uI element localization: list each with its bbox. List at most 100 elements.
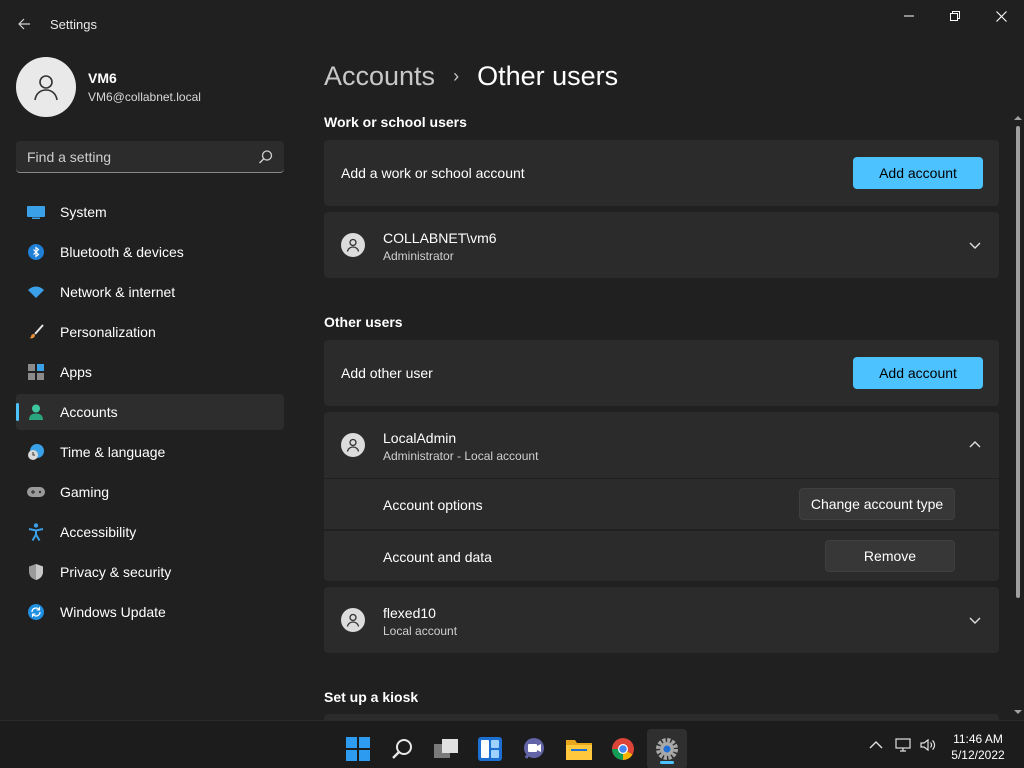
apps-icon bbox=[26, 362, 46, 382]
chevron-down-icon[interactable] bbox=[967, 237, 983, 253]
breadcrumb: Accounts › Other users bbox=[324, 58, 618, 94]
add-work-account-label: Add a work or school account bbox=[341, 165, 525, 181]
person-icon bbox=[346, 238, 360, 252]
chevron-down-icon[interactable] bbox=[967, 612, 983, 628]
file-explorer-button[interactable] bbox=[559, 729, 599, 768]
scroll-down-icon[interactable] bbox=[1014, 708, 1022, 716]
section-title-other-users: Other users bbox=[324, 314, 403, 330]
title-bar: Settings bbox=[0, 0, 1024, 48]
user-card-flexed10[interactable]: flexed10 Local account bbox=[324, 587, 999, 653]
clock-time: 11:46 AM bbox=[953, 732, 1003, 746]
sidebar-item-label: Windows Update bbox=[60, 604, 166, 620]
clock-date: 5/12/2022 bbox=[951, 748, 1005, 762]
search-icon[interactable] bbox=[258, 149, 274, 165]
search-input[interactable] bbox=[16, 148, 246, 165]
restore-button[interactable] bbox=[932, 0, 978, 32]
sidebar-item-label: Personalization bbox=[60, 324, 156, 340]
chrome-icon bbox=[612, 738, 634, 760]
active-app-indicator bbox=[660, 761, 674, 764]
volume-icon[interactable] bbox=[920, 737, 936, 753]
person-icon bbox=[346, 438, 360, 452]
sidebar-item-bluetooth[interactable]: Bluetooth & devices bbox=[16, 234, 284, 270]
search-icon bbox=[392, 739, 412, 759]
add-work-account-button[interactable]: Add account bbox=[853, 157, 983, 189]
user-avatar bbox=[341, 608, 365, 632]
scroll-thumb[interactable] bbox=[1016, 126, 1020, 598]
account-data-label: Account and data bbox=[383, 549, 492, 565]
vertical-scrollbar[interactable] bbox=[1012, 112, 1024, 720]
widgets-button[interactable] bbox=[470, 729, 510, 768]
gamepad-icon bbox=[26, 482, 46, 502]
clock-globe-icon bbox=[26, 442, 46, 462]
chrome-button[interactable] bbox=[603, 729, 643, 768]
sidebar-item-privacy-security[interactable]: Privacy & security bbox=[16, 554, 284, 590]
sidebar-item-accounts[interactable]: Accounts bbox=[16, 394, 284, 430]
minimize-button[interactable] bbox=[886, 0, 932, 32]
sidebar-item-label: Accessibility bbox=[60, 524, 137, 540]
back-button[interactable] bbox=[10, 10, 38, 38]
network-icon[interactable] bbox=[895, 737, 911, 753]
accessibility-icon bbox=[26, 522, 46, 542]
user-name: flexed10 bbox=[383, 605, 436, 621]
taskbar-search-button[interactable] bbox=[383, 729, 423, 768]
start-button[interactable] bbox=[338, 729, 378, 768]
task-view-button[interactable] bbox=[427, 729, 467, 768]
sidebar-item-label: Network & internet bbox=[60, 284, 176, 300]
breadcrumb-separator: › bbox=[453, 65, 460, 86]
profile-email: VM6@collabnet.local bbox=[88, 90, 201, 104]
sidebar-item-gaming[interactable]: Gaming bbox=[16, 474, 284, 510]
account-data-row: Account and data Remove bbox=[324, 531, 999, 581]
sidebar-item-label: Gaming bbox=[60, 484, 110, 500]
sidebar-item-system[interactable]: System bbox=[16, 194, 284, 230]
section-title-work-school: Work or school users bbox=[324, 114, 467, 130]
minimize-icon bbox=[904, 15, 914, 17]
user-name: COLLABNET\vm6 bbox=[383, 230, 497, 246]
user-role: Administrator - Local account bbox=[383, 449, 539, 463]
user-role: Local account bbox=[383, 624, 458, 638]
user-card-collabnet-vm6[interactable]: COLLABNET\vm6 Administrator bbox=[324, 212, 999, 278]
restore-icon bbox=[950, 11, 960, 21]
section-title-kiosk: Set up a kiosk bbox=[324, 689, 419, 705]
change-account-type-button[interactable]: Change account type bbox=[799, 488, 955, 520]
settings-icon bbox=[656, 738, 678, 760]
sidebar-item-network[interactable]: Network & internet bbox=[16, 274, 284, 310]
sidebar-item-apps[interactable]: Apps bbox=[16, 354, 284, 390]
sidebar-item-time-language[interactable]: Time & language bbox=[16, 434, 284, 470]
sidebar-item-label: Time & language bbox=[60, 444, 166, 460]
user-profile[interactable]: VM6 VM6@collabnet.local bbox=[16, 57, 201, 117]
user-avatar bbox=[341, 233, 365, 257]
sidebar-item-label: Apps bbox=[60, 364, 92, 380]
user-role: Administrator bbox=[383, 249, 454, 263]
add-other-user-button[interactable]: Add account bbox=[853, 357, 983, 389]
scroll-up-icon[interactable] bbox=[1014, 114, 1022, 122]
remove-account-button[interactable]: Remove bbox=[825, 540, 955, 572]
add-work-account-card: Add a work or school account Add account bbox=[324, 140, 999, 206]
add-other-user-card: Add other user Add account bbox=[324, 340, 999, 406]
chevron-up-icon[interactable] bbox=[967, 437, 983, 453]
sidebar-item-windows-update[interactable]: Windows Update bbox=[16, 594, 284, 630]
user-avatar bbox=[341, 433, 365, 457]
sidebar-item-accessibility[interactable]: Accessibility bbox=[16, 514, 284, 550]
sidebar-item-label: System bbox=[60, 204, 107, 220]
account-options-row: Account options Change account type bbox=[324, 479, 999, 529]
search-box[interactable] bbox=[16, 141, 284, 173]
back-arrow-icon bbox=[18, 18, 30, 30]
bluetooth-icon bbox=[26, 242, 46, 262]
accounts-icon bbox=[26, 402, 46, 422]
breadcrumb-parent[interactable]: Accounts bbox=[324, 61, 435, 92]
shield-icon bbox=[26, 562, 46, 582]
chevron-up-icon[interactable] bbox=[868, 737, 884, 753]
sidebar-item-personalization[interactable]: Personalization bbox=[16, 314, 284, 350]
teams-chat-button[interactable] bbox=[514, 729, 554, 768]
task-view-icon bbox=[434, 739, 458, 758]
user-card-localadmin[interactable]: LocalAdmin Administrator - Local account bbox=[324, 412, 999, 478]
start-icon bbox=[346, 737, 370, 761]
close-button[interactable] bbox=[978, 0, 1024, 32]
system-icon bbox=[26, 202, 46, 222]
account-options-label: Account options bbox=[383, 497, 483, 513]
brush-icon bbox=[26, 322, 46, 342]
close-icon bbox=[995, 10, 1007, 22]
sidebar-item-label: Accounts bbox=[60, 404, 118, 420]
taskbar-clock[interactable]: 11:46 AM 5/12/2022 bbox=[948, 731, 1008, 763]
person-icon bbox=[346, 613, 360, 627]
